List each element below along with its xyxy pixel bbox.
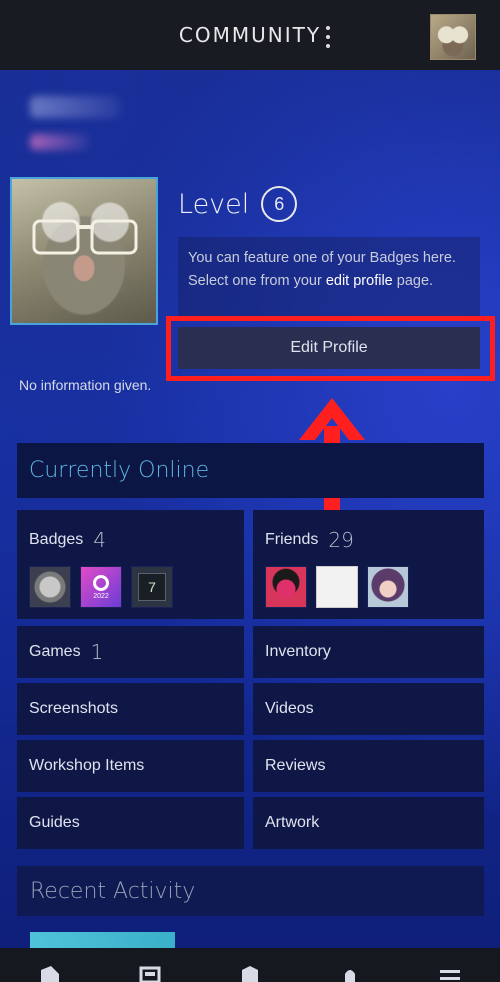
page-title: COMMUNITY [178, 23, 322, 47]
inventory-tile[interactable]: Inventory [253, 626, 484, 678]
hamburger-menu-icon[interactable] [437, 966, 463, 982]
guides-tile[interactable]: Guides [17, 797, 244, 849]
friends-tile[interactable]: Friends 29 [253, 510, 484, 619]
badges-tile[interactable]: Badges 4 2022 7 [17, 510, 244, 619]
friends-count: 29 [328, 528, 354, 552]
friend-avatar-icon[interactable] [367, 566, 409, 608]
library-icon[interactable] [137, 966, 163, 982]
user-avatar[interactable] [430, 14, 476, 60]
reviews-tile[interactable]: Reviews [253, 740, 484, 792]
guard-shield-icon[interactable] [237, 966, 263, 982]
edit-profile-link[interactable]: edit profile [326, 273, 393, 289]
friends-label: Friends [265, 531, 319, 548]
games-label: Games [29, 643, 81, 660]
recent-activity-header: Recent Activity [17, 866, 484, 916]
friend-avatar-icon[interactable] [316, 566, 358, 608]
screenshots-tile[interactable]: Screenshots [17, 683, 244, 735]
badges-count: 4 [93, 528, 106, 552]
recent-activity-game-thumbnail[interactable] [30, 932, 175, 948]
store-tag-icon[interactable] [37, 966, 63, 982]
workshop-label: Workshop Items [29, 757, 145, 774]
inventory-label: Inventory [265, 643, 331, 660]
screenshots-label: Screenshots [29, 700, 118, 717]
profile-avatar [10, 177, 158, 325]
steam-badge-year: 2022 [93, 592, 109, 600]
badge-note-suffix: page. [392, 273, 434, 289]
recent-activity-label: Recent Activity [30, 878, 196, 904]
artwork-label: Artwork [265, 814, 320, 831]
highlight-annotation-box [166, 316, 495, 381]
videos-tile[interactable]: Videos [253, 683, 484, 735]
level-label: Level [178, 188, 250, 220]
guides-label: Guides [29, 814, 80, 831]
workshop-items-tile[interactable]: Workshop Items [17, 740, 244, 792]
friend-avatar-icon[interactable] [265, 566, 307, 608]
profile-level: Level 6 [178, 186, 298, 222]
more-options-icon[interactable] [318, 26, 338, 48]
reviews-label: Reviews [265, 757, 326, 774]
games-count: 1 [90, 640, 104, 664]
years-of-service-badge-icon[interactable]: 7 [131, 566, 173, 608]
featured-badge-note: You can feature one of your Badges here.… [178, 237, 480, 317]
bottom-navigation [0, 948, 500, 982]
top-bar: COMMUNITY [0, 0, 500, 70]
blurred-profile-status [30, 134, 90, 150]
notifications-bell-icon[interactable] [337, 966, 363, 982]
videos-label: Videos [265, 700, 314, 717]
steam-2022-badge-icon[interactable]: 2022 [80, 566, 122, 608]
level-badge: 6 [261, 186, 298, 222]
blurred-profile-name [30, 96, 120, 118]
online-status-label: Currently Online [29, 458, 210, 483]
silver-coin-badge-icon[interactable] [29, 566, 71, 608]
profile-summary: No information given. [19, 377, 152, 393]
badges-label: Badges [29, 531, 84, 548]
games-tile[interactable]: Games 1 [17, 626, 244, 678]
years-badge-number: 7 [138, 573, 166, 601]
artwork-tile[interactable]: Artwork [253, 797, 484, 849]
online-status-bar: Currently Online [17, 443, 484, 498]
